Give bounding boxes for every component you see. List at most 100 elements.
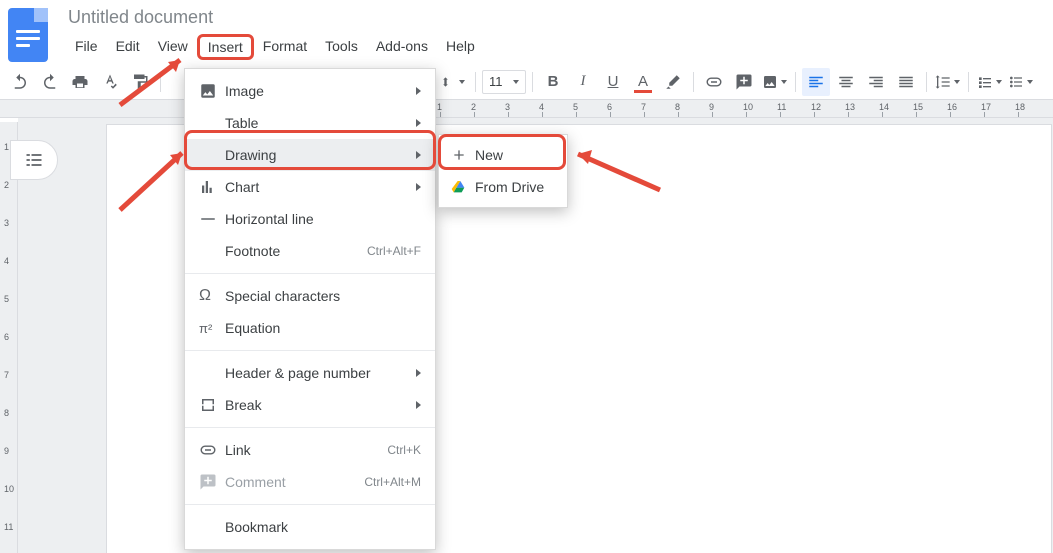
image-icon xyxy=(199,82,225,100)
menu-separator xyxy=(185,350,435,351)
ruler-tick-label: 17 xyxy=(981,102,991,112)
align-left-button[interactable] xyxy=(802,68,830,96)
insert-table-item[interactable]: Table xyxy=(185,107,435,139)
toolbar-separator xyxy=(532,72,533,92)
show-outline-button[interactable] xyxy=(10,140,58,180)
ruler-tick-label: 1 xyxy=(437,102,442,112)
vruler-tick-label: 1 xyxy=(4,142,9,152)
insert-hline-label: Horizontal line xyxy=(225,211,421,227)
line-spacing-menu-button[interactable] xyxy=(933,68,962,96)
ruler-tick-label: 11 xyxy=(777,102,786,112)
menu-format[interactable]: Format xyxy=(254,34,316,60)
redo-button[interactable] xyxy=(36,68,64,96)
text-color-button[interactable]: A xyxy=(629,68,657,96)
insert-image-item[interactable]: Image xyxy=(185,75,435,107)
font-size-value: 11 xyxy=(489,74,503,89)
submenu-arrow-icon xyxy=(416,151,421,159)
insert-break-item[interactable]: Break xyxy=(185,389,435,421)
insert-break-label: Break xyxy=(225,397,421,413)
insert-drawing-item[interactable]: Drawing xyxy=(185,139,435,171)
align-center-button[interactable] xyxy=(832,68,860,96)
insert-link-button[interactable] xyxy=(700,68,728,96)
drawing-from-drive-item[interactable]: From Drive xyxy=(439,171,567,203)
submenu-arrow-icon xyxy=(416,183,421,191)
menu-insert[interactable]: Insert xyxy=(197,34,254,60)
menu-separator xyxy=(185,504,435,505)
vertical-ruler[interactable]: 1234567891011 xyxy=(0,122,18,553)
bold-button[interactable]: B xyxy=(539,68,567,96)
docs-app-icon[interactable] xyxy=(8,8,48,62)
comment-shortcut: Ctrl+Alt+M xyxy=(364,475,421,489)
paint-format-button[interactable] xyxy=(126,68,154,96)
insert-header-page-item[interactable]: Header & page number xyxy=(185,357,435,389)
ruler-tick-label: 15 xyxy=(913,102,923,112)
vruler-tick-label: 2 xyxy=(4,180,9,190)
menu-view[interactable]: View xyxy=(149,34,197,60)
toolbar-separator xyxy=(926,72,927,92)
ruler-tick-label: 8 xyxy=(675,102,680,112)
submenu-arrow-icon xyxy=(416,401,421,409)
insert-special-label: Special characters xyxy=(225,288,421,304)
drawing-new-item[interactable]: New xyxy=(439,139,567,171)
submenu-arrow-icon xyxy=(416,119,421,127)
insert-dropdown-menu: Image Table Drawing Chart Horizontal lin… xyxy=(184,68,436,550)
insert-footnote-item[interactable]: Footnote Ctrl+Alt+F xyxy=(185,235,435,267)
horizontal-ruler[interactable]: 123456789101112131415161718 xyxy=(0,100,1053,118)
equation-icon: π² xyxy=(199,321,225,336)
add-comment-button[interactable] xyxy=(730,68,758,96)
line-spacing-button[interactable] xyxy=(438,68,469,96)
menu-edit[interactable]: Edit xyxy=(107,34,149,60)
insert-horizontal-line-item[interactable]: Horizontal line xyxy=(185,203,435,235)
insert-link-item[interactable]: Link Ctrl+K xyxy=(185,434,435,466)
insert-table-label: Table xyxy=(225,115,421,131)
insert-bookmark-label: Bookmark xyxy=(225,519,421,535)
vruler-tick-label: 3 xyxy=(4,218,9,228)
bulleted-list-button[interactable] xyxy=(1006,68,1035,96)
menubar: File Edit View Insert Format Tools Add-o… xyxy=(66,34,484,60)
print-button[interactable] xyxy=(66,68,94,96)
outline-icon xyxy=(24,150,44,170)
insert-equation-item[interactable]: π² Equation xyxy=(185,312,435,344)
chart-icon xyxy=(199,178,225,196)
insert-bookmark-item[interactable]: Bookmark xyxy=(185,511,435,543)
ruler-tick-label: 16 xyxy=(947,102,957,112)
insert-image-button[interactable] xyxy=(760,68,789,96)
italic-button[interactable]: I xyxy=(569,68,597,96)
vruler-tick-label: 4 xyxy=(4,256,9,266)
plus-icon xyxy=(451,147,475,163)
undo-button[interactable] xyxy=(6,68,34,96)
insert-special-chars-item[interactable]: Ω Special characters xyxy=(185,280,435,312)
menu-tools[interactable]: Tools xyxy=(316,34,367,60)
submenu-arrow-icon xyxy=(416,369,421,377)
toolbar-separator xyxy=(475,72,476,92)
menu-help[interactable]: Help xyxy=(437,34,484,60)
toolbar: 11 B I U A xyxy=(0,64,1053,100)
insert-link-label: Link xyxy=(225,442,387,458)
insert-comment-item[interactable]: Comment Ctrl+Alt+M xyxy=(185,466,435,498)
menu-addons[interactable]: Add-ons xyxy=(367,34,437,60)
font-size-input[interactable]: 11 xyxy=(482,70,526,94)
submenu-arrow-icon xyxy=(416,87,421,95)
vruler-tick-label: 5 xyxy=(4,294,9,304)
drawing-from-drive-label: From Drive xyxy=(475,179,544,195)
underline-button[interactable]: U xyxy=(599,68,627,96)
align-right-button[interactable] xyxy=(862,68,890,96)
break-icon xyxy=(199,396,225,414)
menu-file[interactable]: File xyxy=(66,34,107,60)
omega-icon: Ω xyxy=(199,287,225,305)
checklist-button[interactable] xyxy=(975,68,1004,96)
menu-separator xyxy=(185,273,435,274)
highlight-color-button[interactable] xyxy=(659,68,687,96)
vruler-tick-label: 8 xyxy=(4,408,9,418)
ruler-tick-label: 13 xyxy=(845,102,855,112)
ruler-tick-label: 10 xyxy=(743,102,753,112)
ruler-tick-label: 7 xyxy=(641,102,646,112)
document-title[interactable]: Untitled document xyxy=(66,6,484,28)
align-justify-button[interactable] xyxy=(892,68,920,96)
link-icon xyxy=(199,441,225,459)
spellcheck-button[interactable] xyxy=(96,68,124,96)
insert-chart-item[interactable]: Chart xyxy=(185,171,435,203)
vruler-tick-label: 7 xyxy=(4,370,9,380)
vruler-tick-label: 9 xyxy=(4,446,9,456)
ruler-tick-label: 6 xyxy=(607,102,612,112)
